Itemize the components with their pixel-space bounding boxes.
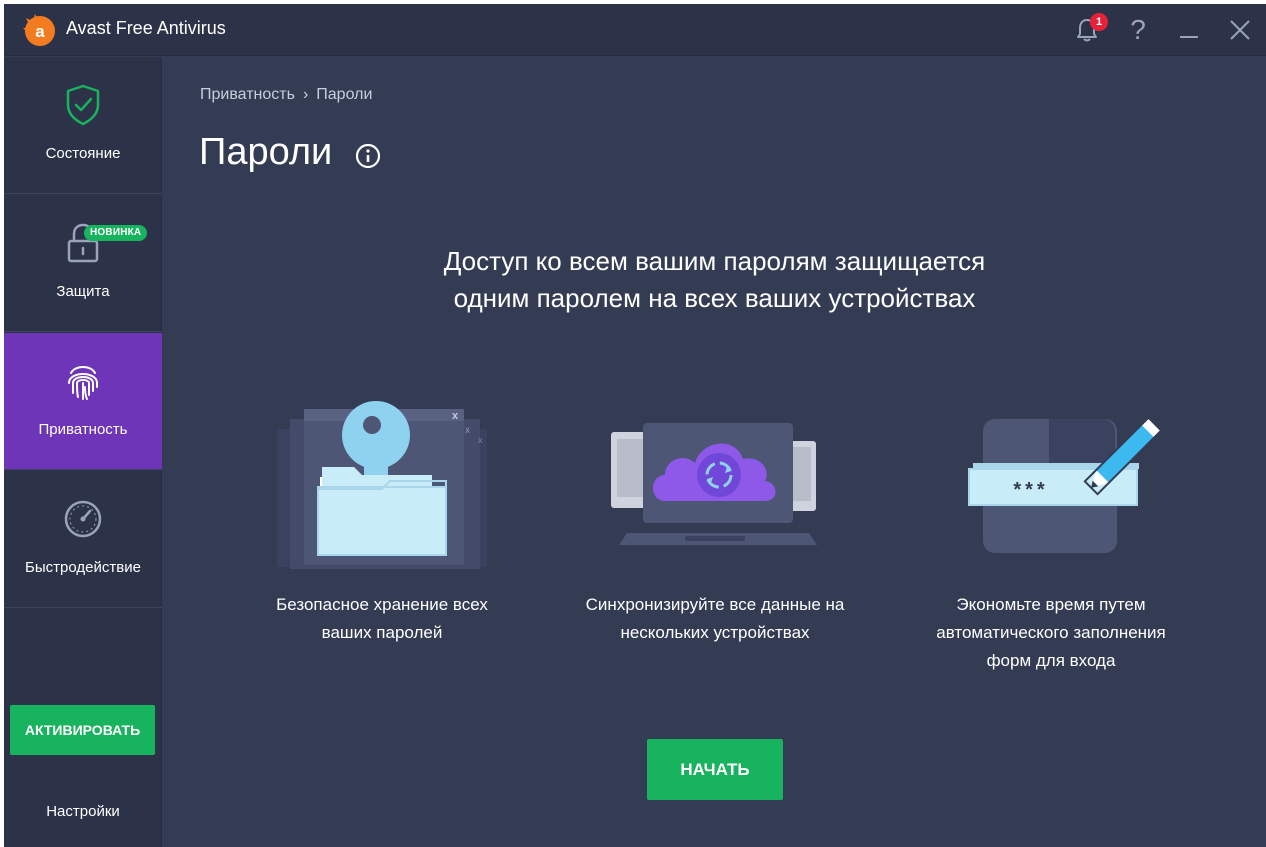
new-badge: НОВИНКА: [84, 225, 148, 241]
fingerprint-icon: [68, 366, 98, 400]
svg-text:x: x: [452, 410, 459, 422]
close-button[interactable]: [1219, 10, 1261, 50]
feature-description: Безопасное хранение всех ваших паролей: [232, 591, 532, 647]
breadcrumb-separator: ›: [302, 86, 309, 103]
sidebar-item-performance[interactable]: Быстродействие: [4, 471, 162, 608]
headline: Доступ ко всем вашим паролям защищается …: [163, 243, 1266, 317]
close-icon: [1230, 20, 1250, 40]
shield-check-icon: [66, 84, 100, 126]
feature-description-line: Экономьте время путем: [956, 595, 1146, 614]
title-bar: a Avast Free Antivirus 1 ?: [4, 4, 1266, 56]
feature-description-line: форм для входа: [986, 651, 1116, 670]
svg-text:x: x: [465, 425, 470, 436]
feature-description-line: Синхронизируйте все данные на: [585, 595, 845, 614]
page-title: Пароли: [199, 131, 333, 173]
svg-text:x: x: [478, 435, 483, 445]
app-title: Avast Free Antivirus: [66, 18, 226, 38]
feature-description-line: автоматического заполнения: [936, 623, 1166, 642]
main-content: Приватность › Пароли Пароли Доступ ко вс…: [163, 57, 1266, 847]
password-autofill-icon: ***: [968, 416, 1163, 553]
sidebar-item-label: Состояние: [45, 145, 121, 162]
sidebar-item-label: Приватность: [38, 421, 128, 438]
feature-description: Синхронизируйте все данные на нескольких…: [565, 591, 865, 647]
help-button[interactable]: ?: [1117, 10, 1159, 50]
breadcrumb-current: Пароли: [316, 86, 373, 103]
headline-line: одним паролем на всех ваших устройствах: [453, 283, 976, 313]
activate-button[interactable]: АКТИВИРОВАТЬ: [10, 705, 155, 755]
svg-text:a: a: [35, 22, 45, 41]
sidebar-item-protection[interactable]: НОВИНКА Защита: [4, 195, 162, 332]
notification-count-badge: 1: [1090, 13, 1108, 31]
minimize-button[interactable]: [1168, 10, 1210, 50]
cloud-sync-icon: [611, 423, 817, 545]
start-button[interactable]: НАЧАТЬ: [647, 739, 783, 800]
headline-line: Доступ ко всем вашим паролям защищается: [443, 246, 986, 276]
password-mask-text: ***: [1013, 479, 1048, 501]
key-folder-icon: x x x: [277, 401, 487, 569]
feature-description-line: нескольких устройствах: [620, 623, 810, 642]
info-icon[interactable]: [355, 143, 381, 169]
notifications-button[interactable]: 1: [1066, 10, 1108, 50]
sidebar-item-status[interactable]: Состояние: [4, 57, 162, 194]
sidebar: Состояние НОВИНКА Защита Приватность Быс…: [4, 57, 162, 847]
sidebar-item-label: Быстродействие: [25, 559, 141, 576]
feature-description-line: ваших паролей: [321, 623, 443, 642]
breadcrumb: Приватность › Пароли: [200, 86, 372, 104]
breadcrumb-parent-link[interactable]: Приватность: [200, 86, 295, 104]
sidebar-item-privacy[interactable]: Приватность: [4, 333, 162, 470]
speedometer-icon: [64, 500, 102, 538]
feature-description: Экономьте время путем автоматического за…: [901, 591, 1201, 675]
sidebar-item-label: Защита: [56, 283, 110, 300]
avast-logo-icon: a: [23, 14, 55, 46]
settings-link[interactable]: Настройки: [4, 803, 162, 820]
app-window: a Avast Free Antivirus 1 ? Состояние НОВ…: [4, 4, 1266, 847]
minimize-icon: [1180, 36, 1198, 38]
feature-description-line: Безопасное хранение всех: [276, 595, 488, 614]
